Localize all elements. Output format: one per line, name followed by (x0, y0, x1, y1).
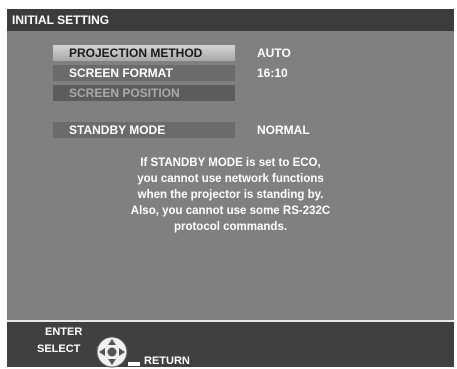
return-key-icon (128, 362, 140, 366)
standby-mode-value: NORMAL (257, 123, 310, 137)
return-label: RETURN (144, 355, 190, 367)
menu-item-projection-method[interactable]: PROJECTION METHOD (53, 45, 235, 61)
dpad-icon (96, 336, 128, 368)
enter-label: ENTER (45, 326, 83, 338)
notice-line: protocol commands. (173, 221, 288, 233)
menu-item-screen-format[interactable]: SCREEN FORMAT (53, 65, 235, 81)
screen-title: INITIAL SETTING (7, 9, 454, 31)
menu-item-screen-position: SCREEN POSITION (53, 85, 235, 101)
notice-line: Also, you cannot use some RS-232C (130, 205, 331, 217)
projection-method-value: AUTO (257, 46, 291, 60)
notice-line: If STANDBY MODE is set to ECO, (140, 157, 321, 169)
menu-item-label: PROJECTION METHOD (69, 46, 203, 60)
select-label: SELECT (37, 343, 81, 355)
screen-format-value: 16:10 (257, 66, 288, 80)
control-guide: ENTER SELECT RETURN (7, 322, 454, 368)
menu-item-label: SCREEN FORMAT (69, 66, 173, 80)
menu-item-standby-mode[interactable]: STANDBY MODE (53, 122, 235, 138)
initial-setting-screen: INITIAL SETTING PROJECTION METHOD AUTO S… (7, 9, 454, 368)
notice-line: when the projector is standing by. (137, 189, 324, 201)
menu-item-label: STANDBY MODE (69, 123, 166, 137)
menu-item-label: SCREEN POSITION (69, 86, 180, 100)
notice-line: you cannot use network functions (137, 173, 324, 185)
standby-notice: If STANDBY MODE is set to ECO, you canno… (7, 155, 454, 235)
